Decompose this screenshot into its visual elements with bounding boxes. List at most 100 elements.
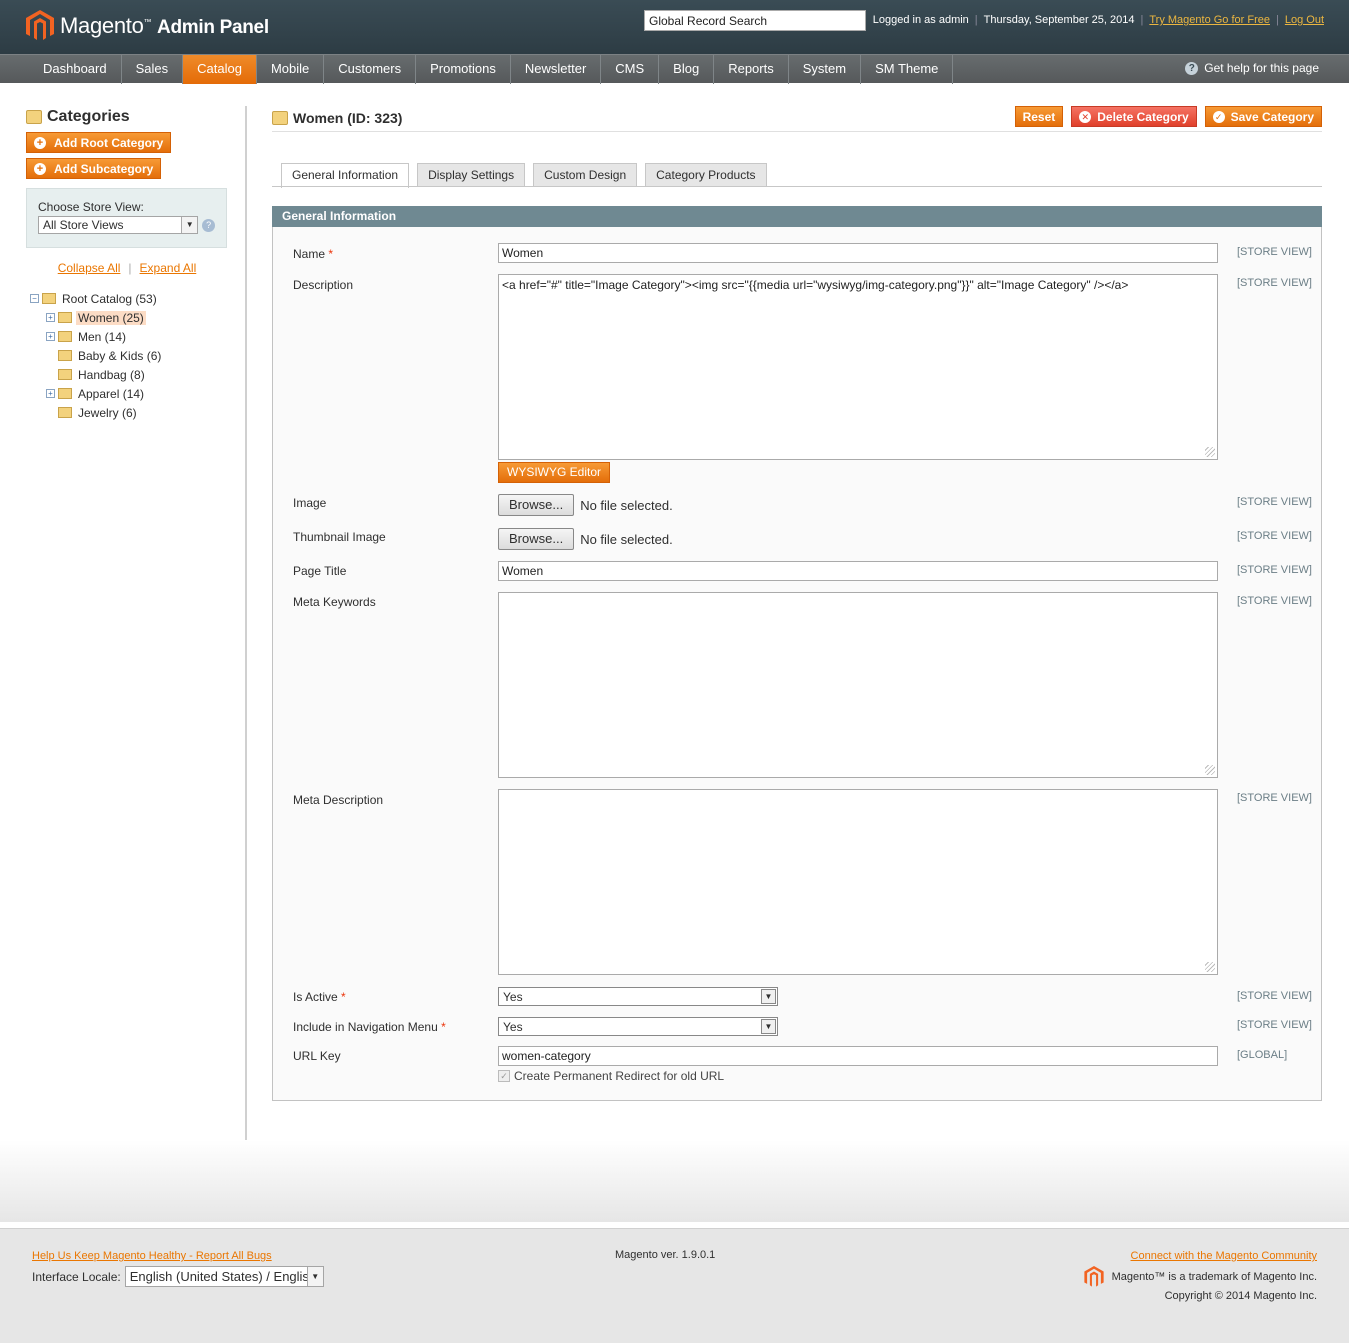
delete-category-button[interactable]: ✕ Delete Category — [1071, 106, 1197, 127]
tree-item-apparel[interactable]: + Apparel (14) — [26, 384, 228, 403]
magento-version: Magento ver. 1.9.0.1 — [615, 1249, 716, 1261]
logout-link[interactable]: Log Out — [1285, 14, 1324, 26]
help-link[interactable]: ? Get help for this page — [1185, 61, 1319, 75]
expand-icon[interactable]: + — [46, 332, 55, 341]
title-divider — [272, 131, 1322, 132]
chevron-down-icon: ▼ — [761, 1019, 776, 1034]
meta-keywords-scope: [STORE VIEW] — [1237, 595, 1312, 607]
add-root-category-button[interactable]: + Add Root Category — [26, 132, 172, 153]
meta-description-textarea[interactable] — [498, 789, 1218, 975]
sidebar-divider — [245, 106, 247, 1140]
page-title: Women (ID: 323) — [272, 110, 402, 126]
expand-icon[interactable]: + — [46, 389, 55, 398]
is-active-select[interactable]: Yes ▼ — [498, 987, 778, 1006]
nav-newsletter[interactable]: Newsletter — [511, 55, 602, 84]
header-date: Thursday, September 25, 2014 — [983, 14, 1135, 26]
tab-custom-design[interactable]: Custom Design — [533, 163, 638, 187]
add-root-category-label: Add Root Category — [54, 135, 164, 150]
nav-cms[interactable]: CMS — [601, 55, 660, 84]
include-nav-label: Include in Navigation Menu * — [293, 1020, 446, 1034]
resize-grip-icon[interactable] — [1205, 962, 1215, 972]
nav-dashboard[interactable]: Dashboard — [29, 55, 122, 84]
meta-keywords-label: Meta Keywords — [293, 595, 376, 609]
nav-mobile[interactable]: Mobile — [257, 55, 325, 84]
url-key-input[interactable] — [498, 1046, 1218, 1066]
wysiwyg-editor-button[interactable]: WYSIWYG Editor — [498, 462, 611, 483]
tree-item-handbag[interactable]: Handbag (8) — [26, 365, 228, 384]
locale-select[interactable]: English (United States) / English ▼ — [124, 1266, 324, 1287]
meta-description-label: Meta Description — [293, 793, 384, 807]
copyright: Copyright © 2014 Magento Inc. — [1164, 1290, 1317, 1302]
folder-icon — [58, 407, 72, 418]
tree-item-women[interactable]: + Women (25) — [26, 308, 228, 327]
nav-sales[interactable]: Sales — [122, 55, 184, 84]
save-category-button[interactable]: ✓ Save Category — [1204, 106, 1322, 127]
include-nav-select[interactable]: Yes ▼ — [498, 1017, 778, 1036]
store-view-select[interactable]: All Store Views ▼ — [38, 216, 199, 234]
nav-catalog[interactable]: Catalog — [183, 55, 257, 84]
description-textarea[interactable]: <a href="#" title="Image Category"><img … — [498, 274, 1218, 460]
tab-general-information[interactable]: General Information — [281, 163, 410, 188]
nav-customers[interactable]: Customers — [324, 55, 417, 84]
permanent-redirect-checkbox[interactable]: ✓ — [498, 1070, 510, 1082]
categories-sidebar: Categories + Add Root Category + Add Sub… — [26, 108, 228, 422]
collapse-icon[interactable]: − — [30, 294, 39, 303]
permanent-redirect-option: ✓ Create Permanent Redirect for old URL — [498, 1069, 724, 1083]
try-magento-go-link[interactable]: Try Magento Go for Free — [1149, 14, 1270, 26]
folder-icon — [58, 369, 72, 380]
folder-icon — [58, 388, 72, 399]
resize-grip-icon[interactable] — [1205, 765, 1215, 775]
tree-root-label: Root Catalog (53) — [62, 291, 157, 306]
name-input[interactable] — [498, 243, 1218, 263]
tree-item-men[interactable]: + Men (14) — [26, 327, 228, 346]
help-icon[interactable]: ? — [202, 218, 215, 232]
resize-grip-icon[interactable] — [1205, 447, 1215, 457]
category-tabs: General Information Display Settings Cus… — [281, 163, 767, 188]
image-browse-button[interactable]: Browse... — [498, 494, 575, 516]
help-label: Get help for this page — [1204, 61, 1319, 75]
tree-item-label: Handbag (8) — [78, 367, 145, 382]
tab-category-products[interactable]: Category Products — [645, 163, 767, 187]
plus-icon: + — [34, 136, 46, 149]
magento-logo[interactable]: Magento™ Admin Panel — [26, 10, 269, 42]
nav-promotions[interactable]: Promotions — [416, 55, 511, 84]
help-icon: ? — [1185, 61, 1199, 75]
nav-reports[interactable]: Reports — [714, 55, 789, 84]
magento-logo-icon — [26, 10, 54, 40]
tab-display-settings[interactable]: Display Settings — [417, 163, 526, 187]
global-search-input[interactable] — [644, 10, 866, 31]
store-view-switcher: Choose Store View: All Store Views ▼ ? — [26, 188, 227, 248]
header-user-bar: Logged in as admin | Thursday, September… — [872, 14, 1324, 26]
image-file-status: No file selected. — [580, 497, 673, 513]
expand-all-link[interactable]: Expand All — [140, 261, 197, 275]
tree-root[interactable]: − Root Catalog (53) — [26, 289, 228, 308]
meta-keywords-textarea[interactable] — [498, 592, 1218, 778]
trademark: Magento™ is a trademark of Magento Inc. — [1083, 1266, 1317, 1288]
delete-icon: ✕ — [1079, 110, 1092, 123]
is-active-scope: [STORE VIEW] — [1237, 990, 1312, 1002]
community-link[interactable]: Connect with the Magento Community — [1131, 1250, 1317, 1262]
tree-item-baby-kids[interactable]: Baby & Kids (6) — [26, 346, 228, 365]
tree-item-label: Men (14) — [78, 329, 127, 344]
category-tree: − Root Catalog (53) + Women (25) + Men (… — [26, 289, 228, 422]
page-title-input[interactable] — [498, 561, 1218, 581]
tree-controls: Collapse All | Expand All — [57, 261, 197, 275]
report-bugs-link[interactable]: Help Us Keep Magento Healthy - Report Al… — [32, 1250, 272, 1262]
add-subcategory-button[interactable]: + Add Subcategory — [26, 158, 162, 179]
expand-icon[interactable]: + — [46, 313, 55, 322]
thumbnail-file-input: Browse... No file selected. — [498, 528, 673, 550]
folder-icon — [42, 293, 56, 304]
thumbnail-browse-button[interactable]: Browse... — [498, 528, 575, 550]
categories-title: Categories — [26, 108, 228, 126]
nav-sm-theme[interactable]: SM Theme — [861, 55, 954, 84]
nav-system[interactable]: System — [789, 55, 862, 84]
reset-button[interactable]: Reset — [1014, 106, 1064, 127]
logged-in-text: Logged in as admin — [872, 14, 969, 26]
store-view-label: Choose Store View: — [38, 200, 144, 214]
tree-item-jewelry[interactable]: Jewelry (6) — [26, 403, 228, 422]
folder-icon — [58, 350, 72, 361]
tree-item-label: Jewelry (6) — [78, 405, 137, 420]
collapse-all-link[interactable]: Collapse All — [58, 261, 121, 275]
thumbnail-scope: [STORE VIEW] — [1237, 530, 1312, 542]
nav-blog[interactable]: Blog — [659, 55, 715, 84]
